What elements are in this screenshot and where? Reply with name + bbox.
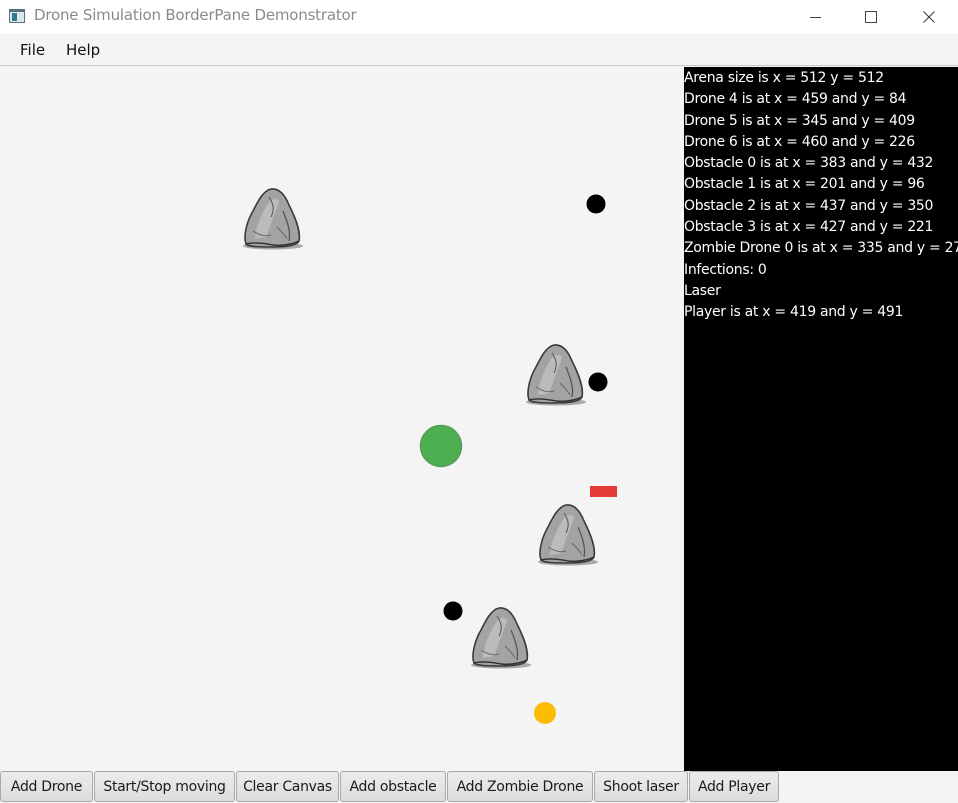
info-drone-5: Drone 5 is at x = 345 and y = 409 — [684, 112, 915, 129]
window-title: Drone Simulation BorderPane Demonstrator — [34, 6, 357, 24]
close-button[interactable] — [906, 0, 952, 34]
add-player-button[interactable]: Add Player — [689, 771, 779, 802]
info-laser: Laser — [684, 282, 721, 299]
obstacle-rock-4 — [470, 607, 532, 670]
obstacle-rock-1 — [242, 188, 304, 251]
info-player: Player is at x = 419 and y = 491 — [684, 304, 904, 321]
menu-bar: File Help — [0, 34, 958, 66]
start-stop-moving-button[interactable]: Start/Stop moving — [94, 771, 235, 802]
arena-drawing — [242, 188, 617, 724]
info-arena-size: Arena size is x = 512 y = 512 — [684, 70, 884, 86]
close-icon — [923, 11, 935, 23]
minimize-button[interactable] — [792, 0, 838, 34]
maximize-icon — [865, 11, 877, 23]
zombie-drone-marker — [419, 424, 463, 468]
laser-marker — [590, 486, 617, 497]
drone-marker — [586, 194, 606, 214]
obstacle-rock-3 — [537, 504, 599, 567]
info-obstacle-0: Obstacle 0 is at x = 383 and y = 432 — [684, 155, 934, 172]
minimize-icon — [809, 16, 821, 18]
app-window: Drone Simulation BorderPane Demonstrator… — [0, 0, 958, 803]
maximize-button[interactable] — [848, 0, 894, 34]
add-zombie-drone-button[interactable]: Add Zombie Drone — [447, 771, 593, 802]
player-marker — [534, 702, 556, 724]
arena-canvas[interactable] — [0, 67, 684, 771]
info-drone-6: Drone 6 is at x = 460 and y = 226 — [684, 133, 915, 150]
button-toolbar: Add Drone Start/Stop moving Clear Canvas… — [0, 771, 958, 803]
menu-help[interactable]: Help — [66, 41, 100, 59]
info-drone-4: Drone 4 is at x = 459 and y = 84 — [684, 91, 907, 108]
info-obstacle-3: Obstacle 3 is at x = 427 and y = 221 — [684, 219, 934, 236]
drone-marker — [588, 372, 608, 392]
add-drone-button[interactable]: Add Drone — [0, 771, 93, 802]
shoot-laser-button[interactable]: Shoot laser — [594, 771, 688, 802]
info-infections: Infections: 0 — [684, 261, 767, 278]
info-zombie-drone-0: Zombie Drone 0 is at x = 335 and y = 278 — [684, 240, 958, 257]
info-panel: Arena size is x = 512 y = 512 Drone 4 is… — [684, 67, 958, 771]
info-obstacle-1: Obstacle 1 is at x = 201 and y = 96 — [684, 176, 925, 193]
drone-marker — [443, 601, 463, 621]
info-obstacle-2: Obstacle 2 is at x = 437 and y = 350 — [684, 197, 934, 214]
clear-canvas-button[interactable]: Clear Canvas — [236, 771, 339, 802]
title-bar: Drone Simulation BorderPane Demonstrator — [0, 0, 958, 34]
app-window-icon — [9, 9, 25, 23]
obstacle-rock-2 — [525, 344, 587, 407]
add-obstacle-button[interactable]: Add obstacle — [340, 771, 446, 802]
menu-file[interactable]: File — [20, 41, 45, 59]
